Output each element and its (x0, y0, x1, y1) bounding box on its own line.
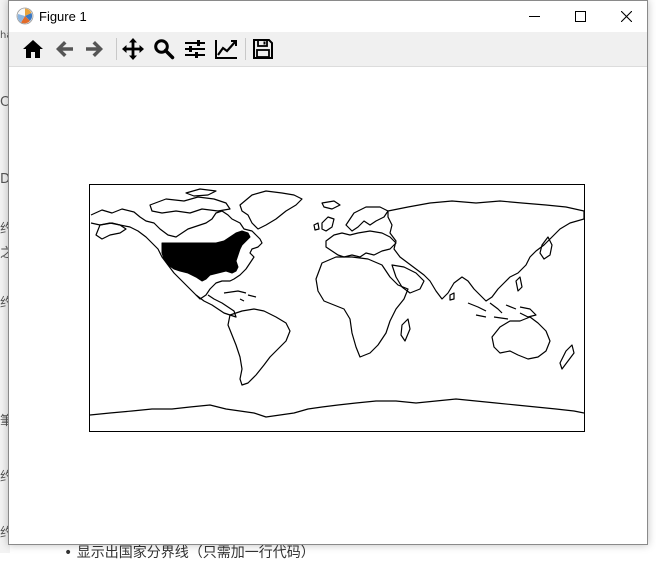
arrow-right-icon (86, 41, 103, 57)
alaska-coastline (95, 222, 127, 240)
window-title: Figure 1 (39, 9, 87, 24)
minimize-button[interactable] (511, 1, 557, 32)
title-bar[interactable]: Figure 1 (9, 1, 647, 32)
close-icon (620, 11, 632, 22)
iceland-coastline (321, 200, 341, 210)
sri-lanka (449, 292, 455, 301)
back-button[interactable] (50, 35, 78, 63)
arctic-islands (185, 188, 217, 197)
europe-coastline (325, 230, 397, 258)
home-icon (23, 40, 43, 58)
british-isles (313, 216, 335, 232)
australia-coastline (491, 316, 551, 360)
japan-coastline (539, 236, 553, 260)
line-chart-icon (215, 40, 237, 59)
madagascar-coastline (400, 318, 411, 342)
minimize-icon (528, 16, 540, 17)
arrow-left-icon (56, 41, 73, 57)
indonesia-islands (467, 302, 537, 320)
map-axes[interactable] (89, 184, 585, 432)
close-button[interactable] (603, 1, 649, 32)
navigation-toolbar (9, 32, 647, 67)
background-bullet-text: • 显示出国家分界线（只需加一行代码） (64, 545, 315, 561)
configure-subplots-button[interactable] (181, 35, 209, 63)
world-map (90, 188, 584, 418)
zoom-button[interactable] (150, 35, 178, 63)
pan-button[interactable] (119, 35, 147, 63)
philippines (515, 276, 523, 292)
sliders-icon (185, 40, 205, 58)
south-america-coastline (227, 308, 291, 386)
figure-window: Figure 1 (8, 0, 648, 545)
maximize-button[interactable] (557, 1, 603, 32)
matplotlib-icon (16, 7, 34, 25)
floppy-disk-icon (253, 39, 273, 59)
greenland-coastline (239, 190, 303, 230)
asia-coastline (387, 200, 584, 302)
toolbar-separator (245, 38, 246, 60)
edit-axes-button[interactable] (212, 35, 240, 63)
new-zealand (559, 344, 575, 370)
magnifier-icon (154, 39, 175, 60)
caribbean-islands (223, 290, 257, 302)
save-button[interactable] (249, 35, 277, 63)
maximize-icon (574, 11, 586, 22)
toolbar-separator (116, 38, 117, 60)
antarctica-coastline (90, 398, 584, 418)
forward-button[interactable] (81, 35, 109, 63)
scandinavia-coastline (345, 206, 389, 232)
move-icon (122, 38, 144, 60)
arctic-islands (149, 196, 231, 214)
figure-canvas[interactable] (9, 67, 647, 544)
home-button[interactable] (19, 35, 47, 63)
